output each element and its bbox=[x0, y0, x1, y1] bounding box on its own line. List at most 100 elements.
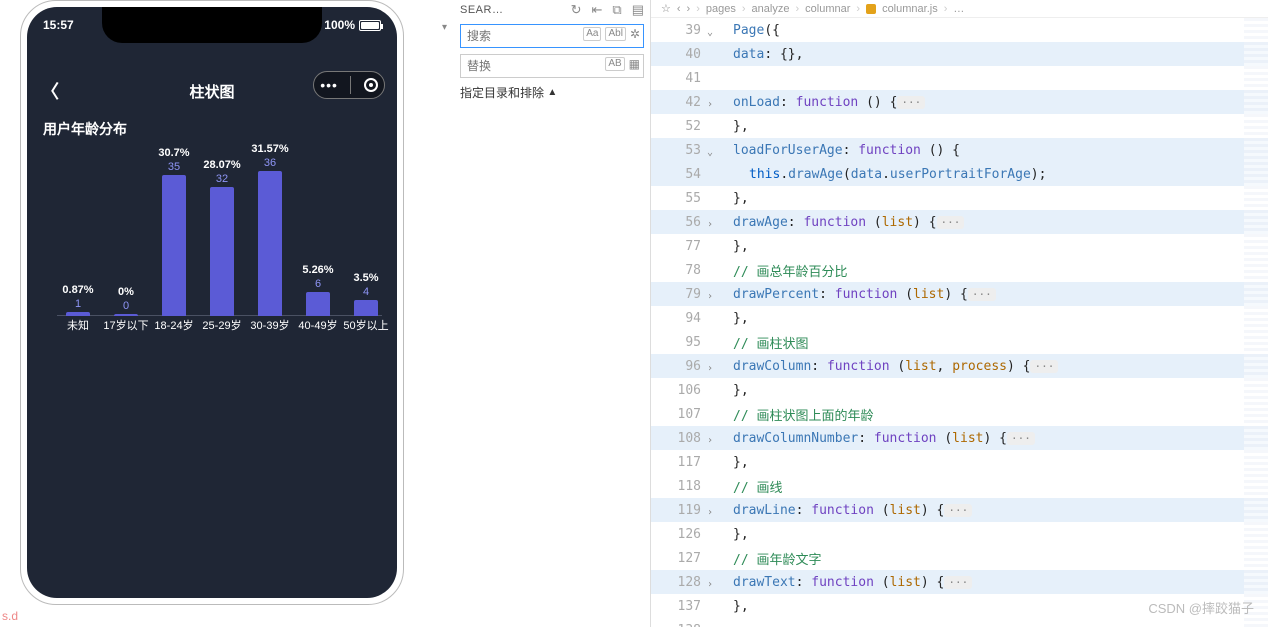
more-icon[interactable]: ••• bbox=[320, 77, 338, 93]
code-content: data: {}, bbox=[711, 47, 803, 62]
crumb-1[interactable]: analyze bbox=[752, 3, 790, 15]
code-line[interactable]: 95// 画柱状图 bbox=[651, 330, 1268, 354]
fold-icon[interactable]: ⌄ bbox=[703, 148, 713, 158]
expand-replace-icon[interactable]: ▾ bbox=[442, 22, 447, 33]
fold-icon[interactable]: › bbox=[703, 220, 713, 230]
fold-icon[interactable]: ⌄ bbox=[703, 28, 713, 38]
crumb-2[interactable]: columnar bbox=[805, 3, 850, 15]
code-line[interactable]: 78// 画总年龄百分比 bbox=[651, 258, 1268, 282]
code-content: }, bbox=[711, 527, 749, 542]
replace-all-icon[interactable]: ▦ bbox=[629, 57, 640, 71]
code-content: drawText: function (list) {··· bbox=[711, 575, 972, 590]
code-line[interactable]: 42›onLoad: function () {··· bbox=[651, 90, 1268, 114]
x-axis-label: 50岁以上 bbox=[339, 317, 393, 333]
line-number: 95 bbox=[651, 335, 711, 350]
code-line[interactable]: 55}, bbox=[651, 186, 1268, 210]
minimap[interactable] bbox=[1244, 18, 1268, 627]
regex-icon[interactable]: ✲ bbox=[630, 27, 640, 41]
code-line[interactable]: 79›drawPercent: function (list) {··· bbox=[651, 282, 1268, 306]
fold-icon[interactable]: › bbox=[703, 292, 713, 302]
code-content: }, bbox=[711, 311, 749, 326]
line-number: 107 bbox=[651, 407, 711, 422]
battery-icon bbox=[359, 20, 381, 31]
code-line[interactable]: 126}, bbox=[651, 522, 1268, 546]
fold-icon[interactable]: › bbox=[703, 580, 713, 590]
bar-count-label: 4 bbox=[345, 286, 387, 298]
code-line[interactable]: 119›drawLine: function (list) {··· bbox=[651, 498, 1268, 522]
code-line[interactable]: 118// 画线 bbox=[651, 474, 1268, 498]
status-right: 100% bbox=[324, 18, 381, 32]
replace-box: AB ▦ bbox=[460, 54, 644, 78]
history-back-icon[interactable]: ‹ bbox=[677, 3, 681, 15]
line-number: 41 bbox=[651, 71, 711, 86]
bar-count-label: 0 bbox=[105, 300, 147, 312]
code-line[interactable]: 39⌄Page({ bbox=[651, 18, 1268, 42]
clear-icon[interactable]: ⇤ bbox=[592, 2, 603, 18]
code-line[interactable]: 106}, bbox=[651, 378, 1268, 402]
search-panel-label: SEAR… bbox=[460, 4, 503, 16]
code-line[interactable]: 52}, bbox=[651, 114, 1268, 138]
code-line[interactable]: 108›drawColumnNumber: function (list) {·… bbox=[651, 426, 1268, 450]
crumb-0[interactable]: pages bbox=[706, 3, 736, 15]
x-axis-label: 未知 bbox=[51, 317, 105, 333]
code-line[interactable]: 77}, bbox=[651, 234, 1268, 258]
code-editor: ☆ ‹ › › pages › analyze › columnar › column… bbox=[650, 0, 1268, 627]
code-line[interactable]: 138 bbox=[651, 618, 1268, 627]
capsule-menu[interactable]: ••• bbox=[313, 71, 385, 99]
code-line[interactable]: 127// 画年龄文字 bbox=[651, 546, 1268, 570]
phone-screen: 15:57 100% 〈 柱状图 ••• 用户年龄分布 0.87%1未知0%01… bbox=[27, 7, 397, 598]
code-content: }, bbox=[711, 239, 749, 254]
line-number: 52 bbox=[651, 119, 711, 134]
line-number: 39⌄ bbox=[651, 23, 711, 38]
line-number: 78 bbox=[651, 263, 711, 278]
fold-icon[interactable]: › bbox=[703, 436, 713, 446]
breadcrumb: ☆ ‹ › ›pages ›analyze ›columnar › column… bbox=[651, 0, 1268, 18]
new-file-icon[interactable]: ⧉ bbox=[612, 2, 621, 18]
chart-bar bbox=[210, 187, 234, 316]
code-line[interactable]: 94}, bbox=[651, 306, 1268, 330]
fold-icon[interactable]: › bbox=[703, 100, 713, 110]
match-case-icon[interactable]: Aa bbox=[583, 27, 601, 41]
line-number: 77 bbox=[651, 239, 711, 254]
bookmark-icon[interactable]: ☆ bbox=[661, 2, 671, 15]
battery-percent: 100% bbox=[324, 18, 355, 32]
code-body[interactable]: 39⌄Page({40data: {}, 41 42›onLoad: functio… bbox=[651, 18, 1268, 627]
bar-count-label: 6 bbox=[297, 278, 339, 290]
back-button[interactable]: 〈 bbox=[41, 78, 59, 104]
code-line[interactable]: 96›drawColumn: function (list, process) … bbox=[651, 354, 1268, 378]
crumb-3[interactable]: columnar.js bbox=[882, 3, 938, 15]
line-number: 137 bbox=[651, 599, 711, 614]
fold-icon[interactable]: › bbox=[703, 364, 713, 374]
search-box: Aa Abl ✲ bbox=[460, 24, 644, 48]
bar-count-label: 35 bbox=[153, 161, 195, 173]
line-number: 118 bbox=[651, 479, 711, 494]
code-content: }, bbox=[711, 383, 749, 398]
bar-count-label: 32 bbox=[201, 173, 243, 185]
include-exclude-toggle[interactable]: 指定目录和排除 ▲ bbox=[460, 84, 648, 101]
code-line[interactable]: 117}, bbox=[651, 450, 1268, 474]
watermark-bottom-right: CSDN @摔跤猫子 bbox=[1148, 598, 1254, 617]
search-header-icons: ↻ ⇤ ⧉ ▤ bbox=[571, 2, 644, 18]
code-line[interactable]: 41 bbox=[651, 66, 1268, 90]
x-axis-label: 25-29岁 bbox=[195, 317, 249, 333]
collapse-icon[interactable]: ▤ bbox=[632, 2, 644, 18]
fold-icon[interactable]: › bbox=[703, 508, 713, 518]
history-fwd-icon[interactable]: › bbox=[687, 3, 691, 15]
watermark-bottom-left: s.d bbox=[2, 609, 18, 623]
close-program-icon[interactable] bbox=[364, 78, 378, 92]
whole-word-icon[interactable]: Abl bbox=[605, 27, 625, 41]
crumb-4[interactable]: … bbox=[953, 3, 964, 15]
phone-frame: 15:57 100% 〈 柱状图 ••• 用户年龄分布 0.87%1未知0%01… bbox=[20, 0, 404, 605]
code-line[interactable]: 107// 画柱状图上面的年龄 bbox=[651, 402, 1268, 426]
bar-count-label: 1 bbox=[57, 298, 99, 310]
code-line[interactable]: 40data: {}, bbox=[651, 42, 1268, 66]
code-content: drawLine: function (list) {··· bbox=[711, 503, 972, 518]
code-line[interactable]: 128›drawText: function (list) {··· bbox=[651, 570, 1268, 594]
code-line[interactable]: 54this.drawAge(data.userPortraitForAge); bbox=[651, 162, 1268, 186]
preserve-case-icon[interactable]: AB bbox=[605, 57, 624, 71]
code-line[interactable]: 56›drawAge: function (list) {··· bbox=[651, 210, 1268, 234]
refresh-icon[interactable]: ↻ bbox=[571, 2, 582, 18]
code-content: // 画柱状图 bbox=[711, 333, 808, 352]
code-content: loadForUserAge: function () { bbox=[711, 143, 960, 158]
code-line[interactable]: 53⌄loadForUserAge: function () { bbox=[651, 138, 1268, 162]
